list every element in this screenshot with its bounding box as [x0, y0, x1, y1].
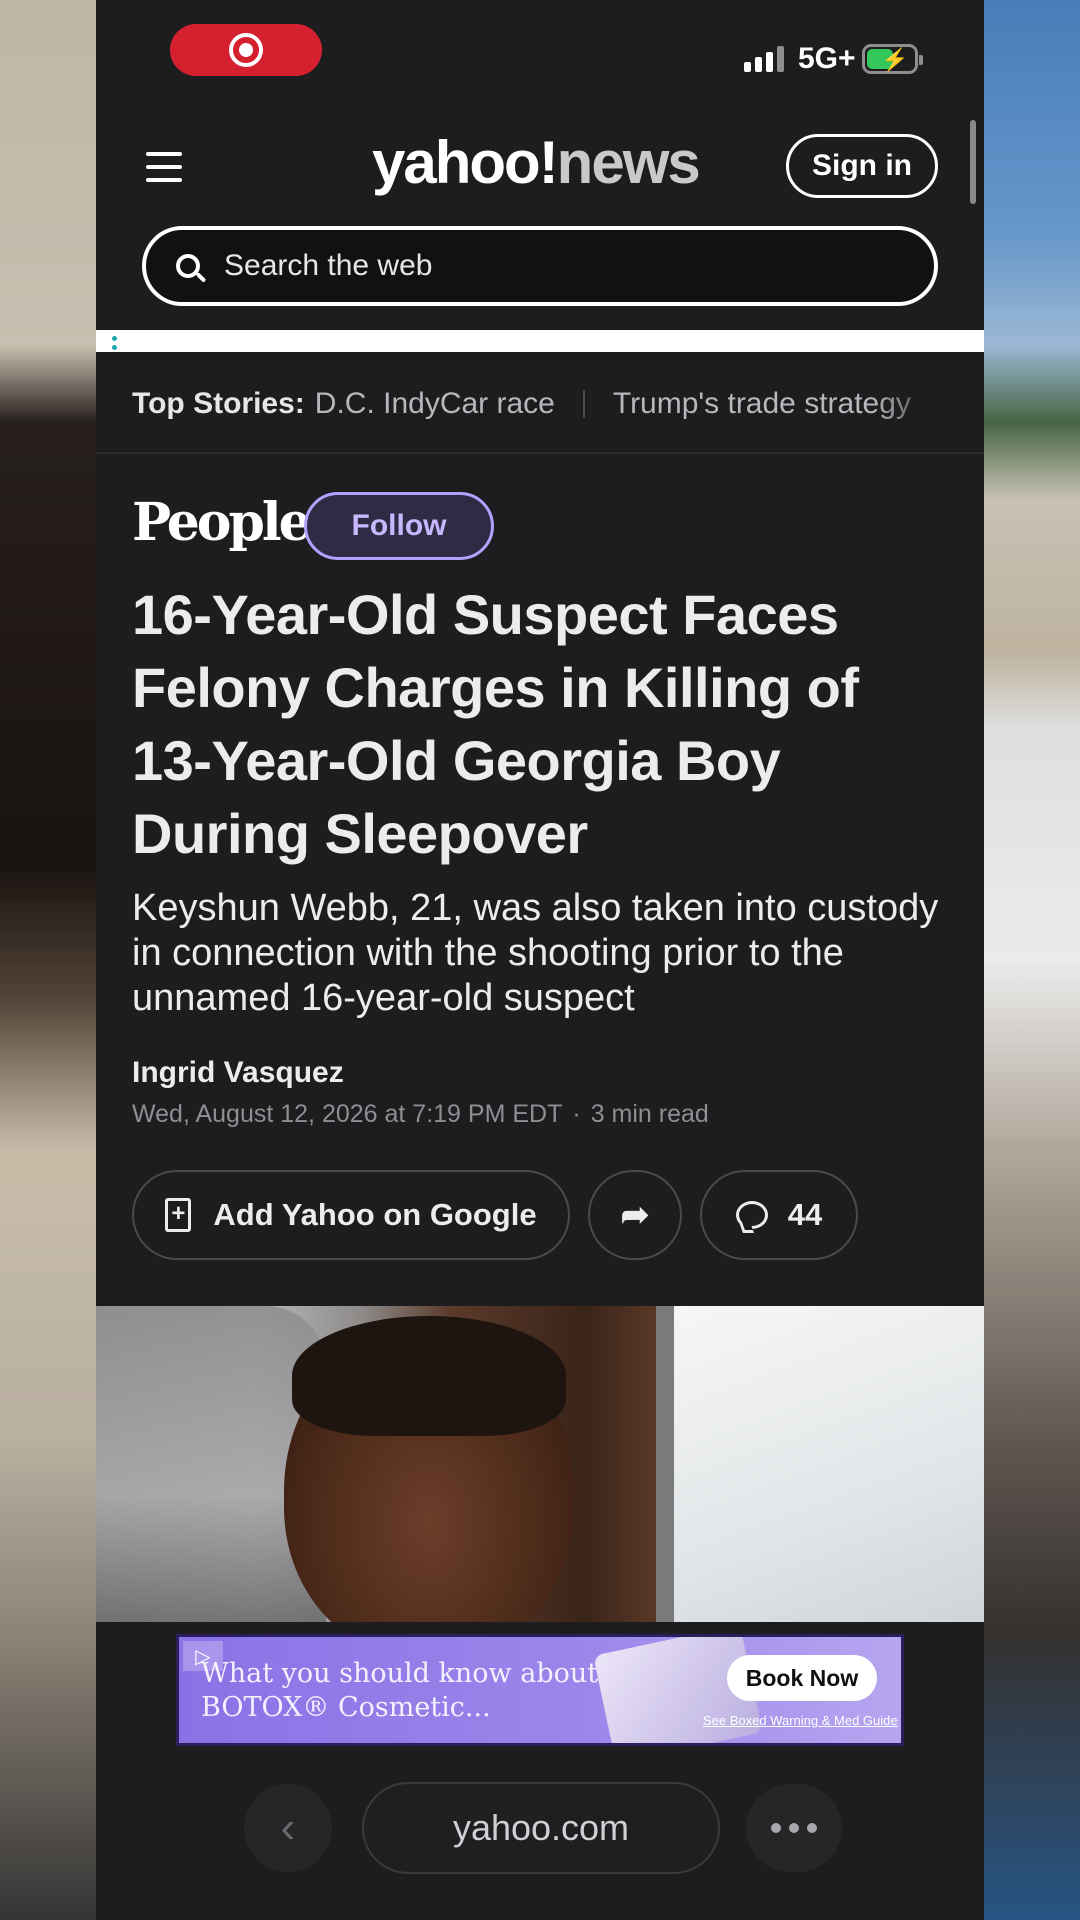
status-bar: 5G+ ⚡ — [96, 0, 984, 110]
background-photo-left — [0, 0, 96, 1920]
search-bar[interactable] — [142, 226, 938, 306]
screen-recording-indicator[interactable] — [170, 24, 322, 76]
search-icon — [176, 254, 200, 278]
signal-icon — [744, 46, 784, 72]
add-document-icon — [165, 1198, 192, 1232]
publish-date: Wed, August 12, 2026 at 7:19 PM EDT — [132, 1100, 563, 1128]
article-actions: Add Yahoo on Google ➦ 44 — [132, 1170, 858, 1260]
menu-icon[interactable] — [146, 152, 182, 182]
back-chevron-icon[interactable]: ‹ — [244, 1784, 332, 1872]
share-icon: ➦ — [620, 1196, 650, 1234]
ad-copy-line-2: BOTOX® Cosmetic... — [201, 1692, 491, 1723]
comment-bubble-icon — [735, 1201, 768, 1229]
address-bar[interactable]: yahoo.com — [362, 1782, 720, 1874]
browser-viewport: 5G+ ⚡ yahoo!news Sign in Top Stories: D.… — [96, 0, 984, 1920]
read-time: 3 min read — [590, 1100, 709, 1128]
scrollbar[interactable] — [970, 120, 976, 204]
photo-car-window — [656, 1306, 984, 1622]
comment-count: 44 — [787, 1197, 823, 1232]
sign-in-button[interactable]: Sign in — [786, 134, 938, 198]
top-story-link[interactable]: D.C. IndyCar race — [315, 387, 555, 421]
top-story-link[interactable]: Trump's trade strategy — [613, 387, 911, 421]
ad-fine-print-link[interactable]: See Boxed Warning & Med Guide — [703, 1713, 898, 1728]
publisher-logo[interactable]: People — [132, 492, 312, 553]
network-type: 5G+ — [798, 42, 856, 75]
logo-news: news — [556, 129, 701, 196]
ad-book-now-button[interactable]: Book Now — [727, 1655, 877, 1701]
article-meta: Wed, August 12, 2026 at 7:19 PM EDT · 3 mi… — [132, 1100, 709, 1129]
add-yahoo-on-google-button[interactable]: Add Yahoo on Google — [132, 1170, 570, 1260]
article-headline: 16-Year-Old Suspect Faces Felony Charges… — [132, 583, 859, 865]
add-google-label: Add Yahoo on Google — [213, 1197, 537, 1232]
ad-copy: What you should know about BOTOX® Cosmet… — [201, 1657, 598, 1725]
advertisement-banner[interactable]: ▷ What you should know about BOTOX® Cosm… — [176, 1634, 904, 1746]
article-subheadline: Keyshun Webb, 21, was also taken into cu… — [132, 887, 939, 1019]
yahoo-news-logo[interactable]: yahoo!news — [372, 128, 701, 197]
site-header: yahoo!news Sign in — [96, 110, 984, 222]
article-author[interactable]: Ingrid Vasquez — [132, 1056, 344, 1090]
article-photo[interactable] — [96, 1306, 984, 1622]
share-button[interactable]: ➦ — [588, 1170, 682, 1260]
ad-banner-strip — [96, 330, 984, 352]
ad-copy-line-1: What you should know about — [201, 1658, 599, 1689]
top-stories-fade — [872, 384, 952, 424]
record-icon — [229, 33, 263, 67]
comments-button[interactable]: 44 — [700, 1170, 858, 1260]
photo-subject-hair — [292, 1316, 566, 1436]
top-stories-label: Top Stories: — [132, 387, 305, 420]
browser-toolbar: ‹ yahoo.com — [96, 1770, 984, 1920]
logo-yahoo: yahoo! — [372, 129, 559, 196]
follow-button[interactable]: Follow — [304, 492, 494, 560]
more-options-icon[interactable] — [746, 1784, 842, 1872]
battery-icon: ⚡ — [862, 44, 923, 74]
charging-bolt-icon: ⚡ — [881, 47, 909, 72]
section-divider — [96, 452, 984, 454]
background-photo-right — [984, 0, 1080, 1920]
search-input[interactable] — [224, 249, 824, 283]
top-stories-bar: Top Stories: D.C. IndyCar race Trump's t… — [132, 384, 952, 424]
meta-separator: · — [572, 1100, 581, 1128]
strip-dots-icon — [112, 336, 117, 350]
top-stories-divider — [582, 390, 585, 418]
